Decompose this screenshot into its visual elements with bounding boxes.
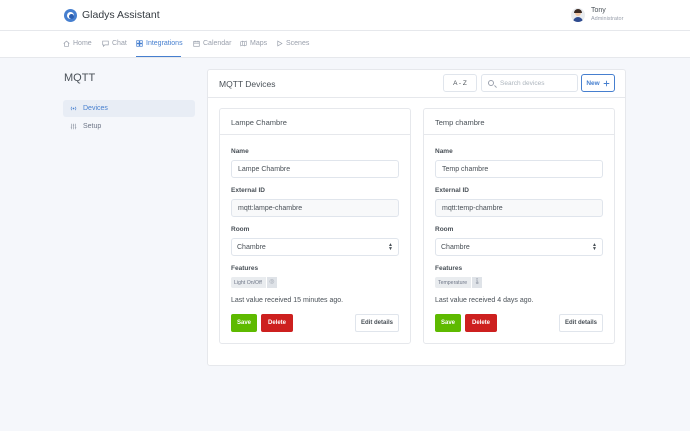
sidebar-item-label: Setup (83, 123, 102, 130)
app-title[interactable]: Gladys Assistant (82, 9, 160, 21)
room-select-value: Chambre (441, 244, 470, 251)
plus-icon (603, 80, 609, 86)
calendar-icon (193, 40, 200, 47)
nav-home-label: Home (73, 40, 92, 47)
thermometer-icon: 🌡 (471, 277, 483, 288)
new-device-button[interactable]: New (581, 74, 615, 92)
nav-calendar[interactable]: Calendar (193, 40, 231, 47)
name-label: Name (435, 148, 453, 155)
grid-icon (136, 40, 143, 47)
device-name-input[interactable]: Lampe Chambre (231, 160, 399, 178)
page-title: MQTT (64, 72, 96, 84)
nav-maps-label: Maps (250, 40, 268, 47)
edit-details-button[interactable]: Edit details (559, 314, 603, 332)
edit-details-button[interactable]: Edit details (355, 314, 399, 332)
nav-chat[interactable]: Chat (102, 40, 127, 47)
nav-chat-label: Chat (112, 40, 127, 47)
panel-title: MQTT Devices (219, 79, 276, 89)
select-arrows-icon: ▲ ▼ (388, 242, 393, 252)
avatar[interactable] (571, 8, 585, 22)
toggle-icon: ◎ (265, 277, 277, 288)
top-bar: Gladys Assistant Tony Administrator (0, 0, 690, 31)
external-id-label: External ID (231, 187, 265, 194)
user-name[interactable]: Tony (591, 7, 606, 14)
save-button[interactable]: Save (231, 314, 257, 332)
feature-tag-label: Temperature (438, 279, 468, 286)
room-select-value: Chambre (237, 244, 266, 251)
search-field[interactable] (481, 74, 578, 92)
external-id-input[interactable]: mqtt:temp-chambre (435, 199, 603, 217)
active-tab-indicator (136, 56, 181, 57)
nav-scenes-label: Scenes (286, 40, 310, 47)
nav-integrations-label: Integrations (146, 40, 183, 47)
nav-home[interactable]: Home (63, 40, 92, 47)
device-card: Temp chambre Name Temp chambre External … (423, 108, 615, 344)
nav-integrations[interactable]: Integrations (136, 40, 183, 47)
delete-button[interactable]: Delete (465, 314, 497, 332)
new-button-label: New (586, 79, 600, 87)
select-arrows-icon: ▲ ▼ (592, 242, 597, 252)
sidebar-item-setup[interactable]: Setup (63, 118, 195, 135)
search-icon (488, 80, 494, 86)
feature-tag: Temperature 🌡 (435, 277, 483, 288)
room-select[interactable]: Chambre ▲ ▼ (231, 238, 399, 256)
sliders-icon (70, 123, 77, 130)
features-label: Features (435, 265, 463, 272)
nav-calendar-label: Calendar (203, 40, 232, 47)
radio-icon (70, 106, 77, 111)
save-button[interactable]: Save (435, 314, 461, 332)
external-id-label: External ID (435, 187, 469, 194)
sidebar-item-devices[interactable]: Devices (63, 100, 195, 117)
room-select[interactable]: Chambre ▲ ▼ (435, 238, 603, 256)
user-role: Administrator (591, 16, 624, 22)
features-label: Features (231, 265, 259, 272)
last-value-text: Last value received 15 minutes ago. (231, 297, 344, 304)
device-card-title: Lampe Chambre (220, 109, 410, 135)
gladys-logo-icon[interactable] (64, 9, 77, 22)
feature-tag-label: Light On/Off (234, 279, 262, 286)
devices-panel: MQTT Devices A - Z New Lampe Chambre Nam… (207, 69, 626, 366)
device-card: Lampe Chambre Name Lampe Chambre Externa… (219, 108, 411, 344)
panel-header: MQTT Devices A - Z New (208, 70, 625, 98)
device-card-title: Temp chambre (424, 109, 614, 135)
main-nav: Home Chat Integrations Calendar Maps Sce… (0, 31, 690, 58)
device-name-input[interactable]: Temp chambre (435, 160, 603, 178)
external-id-input[interactable]: mqtt:lampe-chambre (231, 199, 399, 217)
feature-tag: Light On/Off ◎ (231, 277, 277, 288)
sort-select[interactable]: A - Z (443, 74, 477, 92)
sidebar-item-label: Devices (83, 105, 108, 112)
delete-button[interactable]: Delete (261, 314, 293, 332)
home-icon (63, 40, 70, 47)
chat-icon (102, 40, 109, 47)
nav-scenes[interactable]: Scenes (276, 40, 309, 47)
room-label: Room (435, 226, 454, 233)
nav-maps[interactable]: Maps (240, 40, 267, 47)
room-label: Room (231, 226, 250, 233)
search-input[interactable] (500, 78, 576, 89)
name-label: Name (231, 148, 249, 155)
last-value-text: Last value received 4 days ago. (435, 297, 534, 304)
map-icon (240, 40, 247, 47)
play-icon (277, 40, 283, 47)
